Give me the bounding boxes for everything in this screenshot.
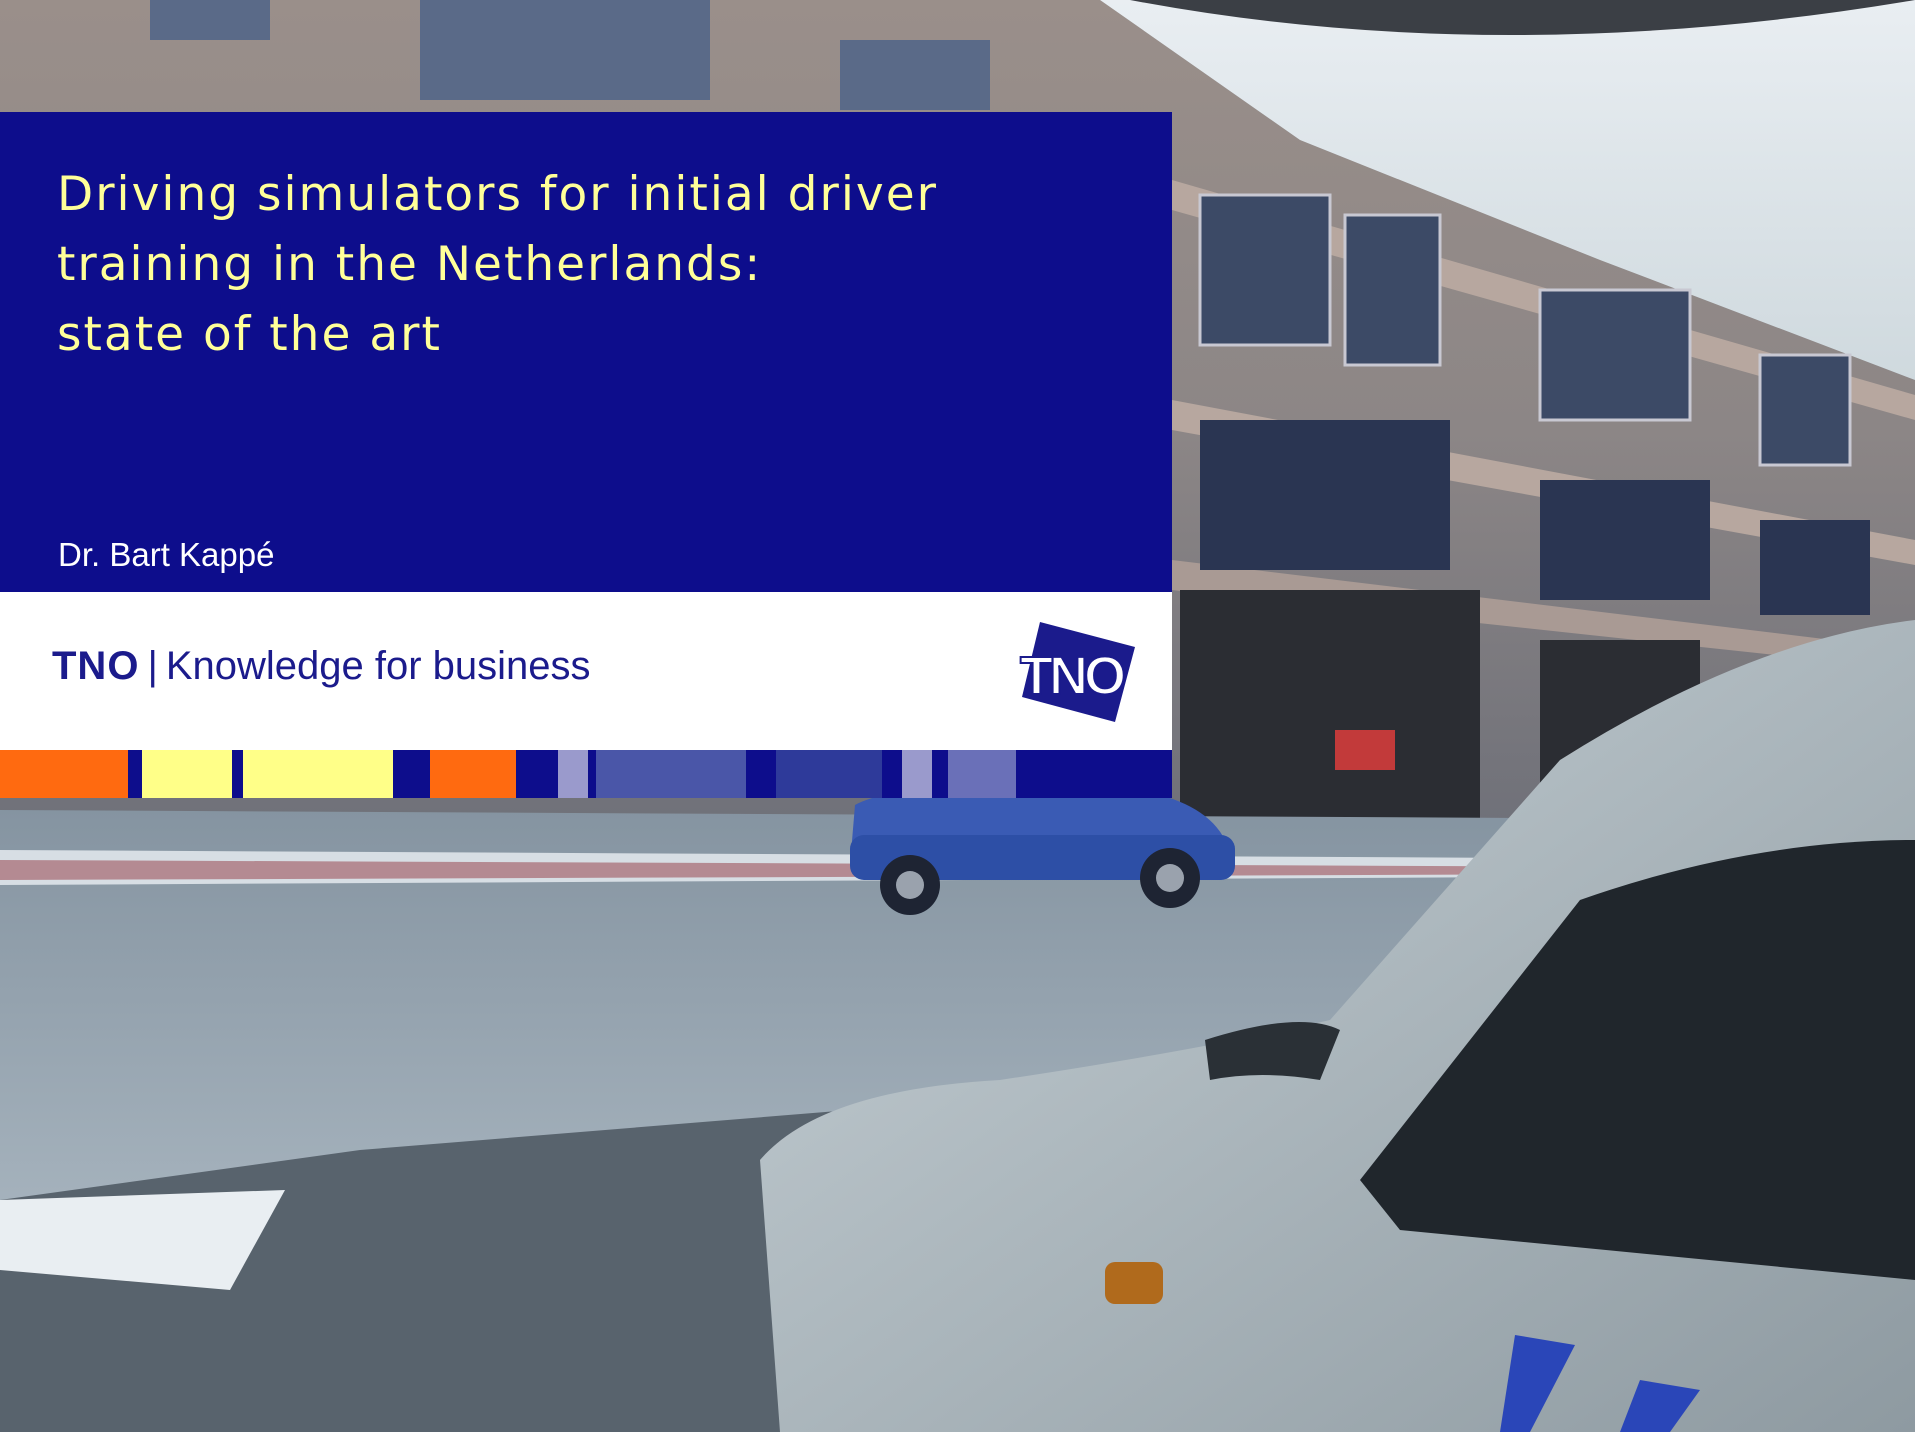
author-name: Dr. Bart Kappé	[58, 536, 275, 573]
brand-separator: |	[147, 644, 158, 688]
brand-tagline: TNO | Knowledge for business	[52, 644, 591, 689]
brand-wordmark: TNO	[52, 644, 140, 688]
slide-title: Driving simulators for initial driver tr…	[57, 167, 938, 362]
svg-text:TNO: TNO	[1020, 646, 1124, 706]
tagline-text: Knowledge for business	[165, 644, 591, 688]
tno-logo: TNO	[1019, 622, 1135, 722]
color-stripe	[0, 750, 1172, 798]
